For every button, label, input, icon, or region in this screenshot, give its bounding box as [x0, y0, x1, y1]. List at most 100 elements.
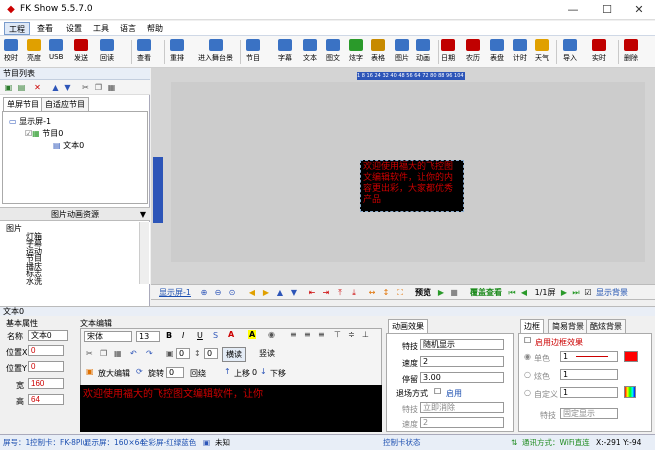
- exit-effect-select[interactable]: 立即消除: [420, 402, 504, 413]
- align-right-icon[interactable]: ⇥: [321, 287, 331, 299]
- paste-text-icon[interactable]: ▦: [114, 349, 122, 358]
- valign-middle-icon[interactable]: ≑: [348, 330, 355, 339]
- prev-page-icon[interactable]: ◀: [519, 287, 529, 299]
- toolbar-import-button[interactable]: 导入: [563, 39, 577, 66]
- zoom-edit-button[interactable]: 放大编辑: [98, 368, 130, 379]
- tree-program[interactable]: ☑▦ 节目0: [25, 128, 147, 140]
- delete-icon[interactable]: ✕: [32, 82, 43, 93]
- font-size-select[interactable]: 13: [136, 331, 160, 342]
- toolbar-date-button[interactable]: 日期: [441, 39, 455, 66]
- toolbar-rearrange-button[interactable]: 重排: [170, 39, 184, 66]
- strike-icon[interactable]: S: [213, 331, 218, 340]
- bg-color-icon[interactable]: ◉: [268, 330, 275, 339]
- font-select[interactable]: 宋体: [84, 331, 132, 342]
- toolbar-clock-button[interactable]: 校时: [4, 39, 18, 66]
- italic-button[interactable]: I: [182, 331, 184, 340]
- toolbar-view-button[interactable]: 查看: [137, 39, 151, 66]
- align-bottom-icon[interactable]: ⤓: [349, 287, 359, 299]
- move-down-icon[interactable]: ▼: [62, 82, 73, 93]
- clock-text-icon[interactable]: ▣: [166, 349, 174, 358]
- arrow-left-icon[interactable]: ◀: [247, 287, 257, 299]
- first-page-icon[interactable]: ⏮: [507, 287, 517, 299]
- resource-item[interactable]: 水洗: [26, 277, 42, 287]
- exit-speed-select[interactable]: 2: [420, 417, 504, 428]
- vertical-read-button[interactable]: 竖读: [256, 347, 278, 360]
- single-color-radio[interactable]: ◉: [524, 352, 531, 361]
- wrap-label[interactable]: 回绕: [190, 368, 206, 379]
- menu-help[interactable]: 帮助: [143, 22, 167, 35]
- toolbar-brightness-button[interactable]: 亮度: [27, 39, 41, 66]
- toolbar-send-button[interactable]: 发送: [74, 39, 88, 66]
- toolbar-animation-button[interactable]: 动画: [416, 39, 430, 66]
- minimize-button[interactable]: —: [562, 2, 584, 18]
- line-spacing-field[interactable]: 0: [204, 348, 218, 359]
- stay-field[interactable]: 3.00: [420, 372, 504, 383]
- align-right-text-icon[interactable]: ≡: [318, 330, 325, 339]
- highlight-color-icon[interactable]: A: [248, 330, 257, 339]
- tab-simple-bg[interactable]: 简易背景: [548, 319, 588, 333]
- toolbar-fancy-text-button[interactable]: 炫字: [349, 39, 363, 66]
- custom-select[interactable]: 1: [560, 387, 618, 398]
- toolbar-image-button[interactable]: 图片: [395, 39, 409, 66]
- undo-icon[interactable]: ↶: [130, 349, 137, 358]
- fullscreen-icon[interactable]: ⛶: [395, 287, 405, 299]
- pos-x-field[interactable]: [28, 345, 64, 356]
- horizontal-read-button[interactable]: 横读: [222, 347, 246, 362]
- tab-border[interactable]: 边框: [520, 319, 544, 333]
- align-center-text-icon[interactable]: ≡: [304, 330, 311, 339]
- resource-item[interactable]: 图片: [6, 224, 22, 234]
- zoom-out-icon[interactable]: ⊖: [213, 287, 223, 299]
- zoom-in-icon[interactable]: ⊕: [199, 287, 209, 299]
- align-top-icon[interactable]: ⤒: [335, 287, 345, 299]
- text-content-editor[interactable]: 欢迎使用福大的飞控图文编辑软件，让你: [80, 385, 382, 432]
- underline-button[interactable]: U: [197, 331, 203, 340]
- effect-select[interactable]: 随机显示: [420, 339, 504, 350]
- rotate-field[interactable]: 0: [166, 367, 184, 378]
- toolbar-usb-button[interactable]: USB: [49, 39, 63, 66]
- valign-bottom-icon[interactable]: ⊥: [362, 330, 369, 339]
- move-up-icon[interactable]: ▲: [50, 82, 61, 93]
- height-field[interactable]: [28, 394, 64, 405]
- toolbar-dial-button[interactable]: 表盘: [490, 39, 504, 66]
- align-left-icon[interactable]: ⇤: [307, 287, 317, 299]
- border-enable-checkbox[interactable]: ☐: [524, 336, 531, 345]
- tree-text[interactable]: ▤ 文本0: [53, 140, 147, 152]
- cover-view-button[interactable]: 覆盖查看: [467, 287, 505, 299]
- last-page-icon[interactable]: ⏭: [571, 287, 581, 299]
- up-label[interactable]: 上移: [234, 368, 250, 379]
- rotate-icon[interactable]: ⟳: [136, 367, 143, 376]
- toolbar-text-button[interactable]: 文本: [303, 39, 317, 66]
- preview-button[interactable]: 预览: [413, 287, 433, 299]
- show-bg-checkbox[interactable]: ☑: [583, 287, 593, 299]
- toolbar-program-button[interactable]: 节目: [246, 39, 260, 66]
- toolbar-realtime-button[interactable]: 实时: [592, 39, 606, 66]
- custom-radio[interactable]: ○: [524, 388, 531, 397]
- bold-button[interactable]: B: [166, 331, 172, 340]
- valign-top-icon[interactable]: ⊤: [334, 330, 341, 339]
- paste-icon[interactable]: ▦: [106, 82, 117, 93]
- copy-text-icon[interactable]: ❐: [100, 349, 107, 358]
- fancy-color-radio[interactable]: ○: [524, 370, 531, 379]
- redo-icon[interactable]: ↷: [146, 349, 153, 358]
- align-left-text-icon[interactable]: ≡: [290, 330, 297, 339]
- copy-icon[interactable]: ❐: [93, 82, 104, 93]
- arrow-right-icon[interactable]: ▶: [261, 287, 271, 299]
- maximize-button[interactable]: ☐: [596, 2, 618, 18]
- stretch-v-icon[interactable]: ↕: [381, 287, 391, 299]
- line-spacing-icon[interactable]: ↕: [194, 349, 201, 358]
- toolbar-table-button[interactable]: 表格: [371, 39, 385, 66]
- toolbar-stage-button[interactable]: 进入舞台景: [198, 39, 233, 66]
- width-field[interactable]: [28, 378, 64, 389]
- screen-selector[interactable]: 显示屏-1: [156, 287, 194, 299]
- arrow-up-icon[interactable]: ▲: [275, 287, 285, 299]
- exit-enable-checkbox[interactable]: ☐: [434, 387, 441, 396]
- toolbar-timer-button[interactable]: 计时: [513, 39, 527, 66]
- toolbar-readback-button[interactable]: 回读: [100, 39, 114, 66]
- border-color-swatch[interactable]: [624, 351, 638, 362]
- stretch-h-icon[interactable]: ↔: [367, 287, 377, 299]
- close-button[interactable]: ✕: [628, 2, 650, 18]
- arrow-down-icon[interactable]: ▼: [289, 287, 299, 299]
- zoom-edit-icon[interactable]: ▣: [86, 367, 94, 376]
- led-preview[interactable]: 欢迎使用福大的飞控图文编辑软件，让你的内容更出彩，大家都优秀产品: [360, 160, 464, 212]
- stop-icon[interactable]: ■: [449, 287, 459, 299]
